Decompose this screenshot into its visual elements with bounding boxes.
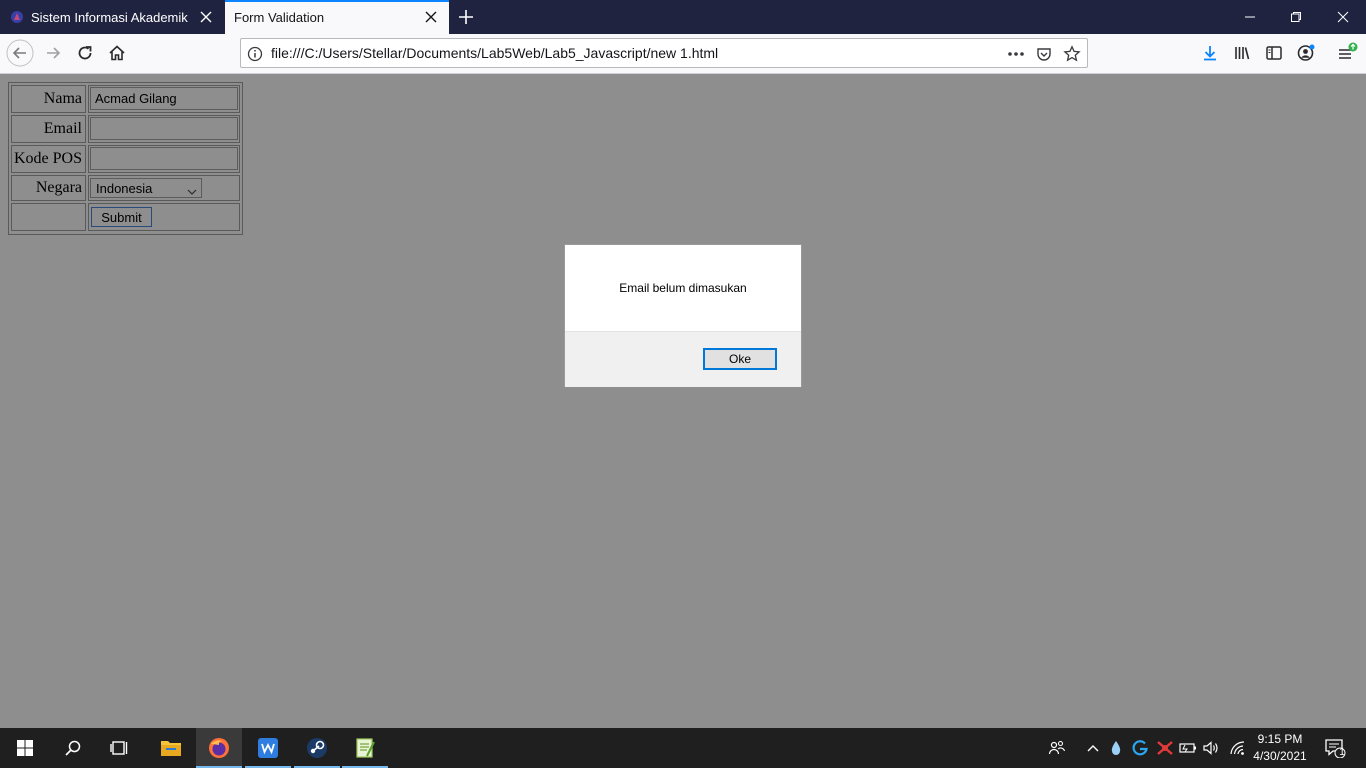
restore-button[interactable] <box>1273 0 1319 34</box>
kodepos-input[interactable] <box>90 147 238 170</box>
notification-count: 1 <box>1339 747 1345 758</box>
file-explorer-icon[interactable] <box>148 728 194 768</box>
site-favicon-icon <box>10 10 24 24</box>
battery-icon[interactable] <box>1178 738 1198 758</box>
tab-form-validation[interactable]: Form Validation <box>225 0 449 34</box>
alert-message: Email belum dimasukan <box>619 281 747 295</box>
kodepos-cell <box>88 145 240 173</box>
tab-strip: Sistem Informasi Akademik Form Validatio… <box>0 0 1366 34</box>
notification-center-icon[interactable]: 1 <box>1323 738 1347 758</box>
account-icon[interactable] <box>1291 38 1321 68</box>
minimize-button[interactable] <box>1227 0 1273 34</box>
search-icon[interactable] <box>50 728 96 768</box>
network-alert-icon[interactable] <box>1155 738 1175 758</box>
submit-button[interactable]: Submit <box>91 207 152 227</box>
negara-selected-value: Indonesia <box>96 180 153 196</box>
ok-button[interactable]: Oke <box>703 348 777 370</box>
alert-dialog: Email belum dimasukan Oke <box>564 244 802 387</box>
windows-taskbar: 9:15 PM 4/30/2021 1 <box>0 728 1366 768</box>
wifi-icon[interactable] <box>1228 738 1248 758</box>
address-bar[interactable]: file:///C:/Users/Stellar/Documents/Lab5W… <box>240 38 1088 68</box>
clock-time: 9:15 PM <box>1257 732 1303 746</box>
negara-cell: Indonesia <box>88 175 240 201</box>
url-text[interactable]: file:///C:/Users/Stellar/Documents/Lab5W… <box>271 45 718 61</box>
people-icon[interactable] <box>1047 738 1067 758</box>
reload-button[interactable] <box>70 38 100 68</box>
steam-icon[interactable] <box>294 728 340 768</box>
menu-icon[interactable] <box>1332 38 1362 68</box>
nama-cell <box>88 85 240 113</box>
tab-title: Sistem Informasi Akademik <box>31 9 188 25</box>
email-input[interactable] <box>90 117 238 140</box>
firefox-icon[interactable] <box>196 728 242 768</box>
sidebar-icon[interactable] <box>1259 38 1289 68</box>
negara-label: Negara <box>11 175 86 201</box>
nama-label: Nama <box>11 85 86 113</box>
submit-cell: Submit <box>88 203 240 231</box>
logitech-g-icon[interactable] <box>1130 738 1150 758</box>
notepad-plus-plus-icon[interactable] <box>342 728 388 768</box>
pocket-icon[interactable] <box>1035 45 1053 63</box>
chevron-up-icon[interactable] <box>1083 738 1103 758</box>
task-view-icon[interactable] <box>97 728 143 768</box>
water-drop-icon[interactable] <box>1106 738 1126 758</box>
kodepos-label: Kode POS <box>11 145 86 173</box>
volume-icon[interactable] <box>1202 738 1222 758</box>
chevron-down-icon <box>187 184 197 199</box>
forward-button[interactable] <box>38 38 68 68</box>
clock-date: 4/30/2021 <box>1253 749 1307 763</box>
nama-input[interactable] <box>90 87 238 110</box>
close-window-button[interactable] <box>1320 0 1366 34</box>
home-button[interactable] <box>102 38 132 68</box>
system-clock[interactable]: 9:15 PM 4/30/2021 <box>1250 731 1310 765</box>
new-tab-button[interactable] <box>452 4 480 30</box>
navigation-toolbar: file:///C:/Users/Stellar/Documents/Lab5W… <box>0 34 1366 74</box>
wps-office-icon[interactable] <box>245 728 291 768</box>
library-icon[interactable] <box>1227 38 1257 68</box>
close-icon[interactable] <box>198 9 214 25</box>
page-actions-icon[interactable] <box>1007 45 1025 63</box>
info-icon[interactable] <box>246 45 264 63</box>
email-cell <box>88 115 240 143</box>
start-icon[interactable] <box>2 728 48 768</box>
negara-select[interactable]: Indonesia <box>90 178 202 198</box>
back-button[interactable] <box>5 38 35 68</box>
close-icon[interactable] <box>423 9 439 25</box>
downloads-icon[interactable] <box>1195 38 1225 68</box>
tab-title: Form Validation <box>234 9 325 25</box>
alert-footer: Oke <box>565 331 801 387</box>
bookmark-star-icon[interactable] <box>1063 45 1081 63</box>
email-label: Email <box>11 115 86 143</box>
registration-form: Nama Email Kode POS Negara Indonesia Sub… <box>8 82 243 235</box>
empty-cell <box>11 203 86 231</box>
tab-sistem-informasi[interactable]: Sistem Informasi Akademik <box>0 0 224 34</box>
